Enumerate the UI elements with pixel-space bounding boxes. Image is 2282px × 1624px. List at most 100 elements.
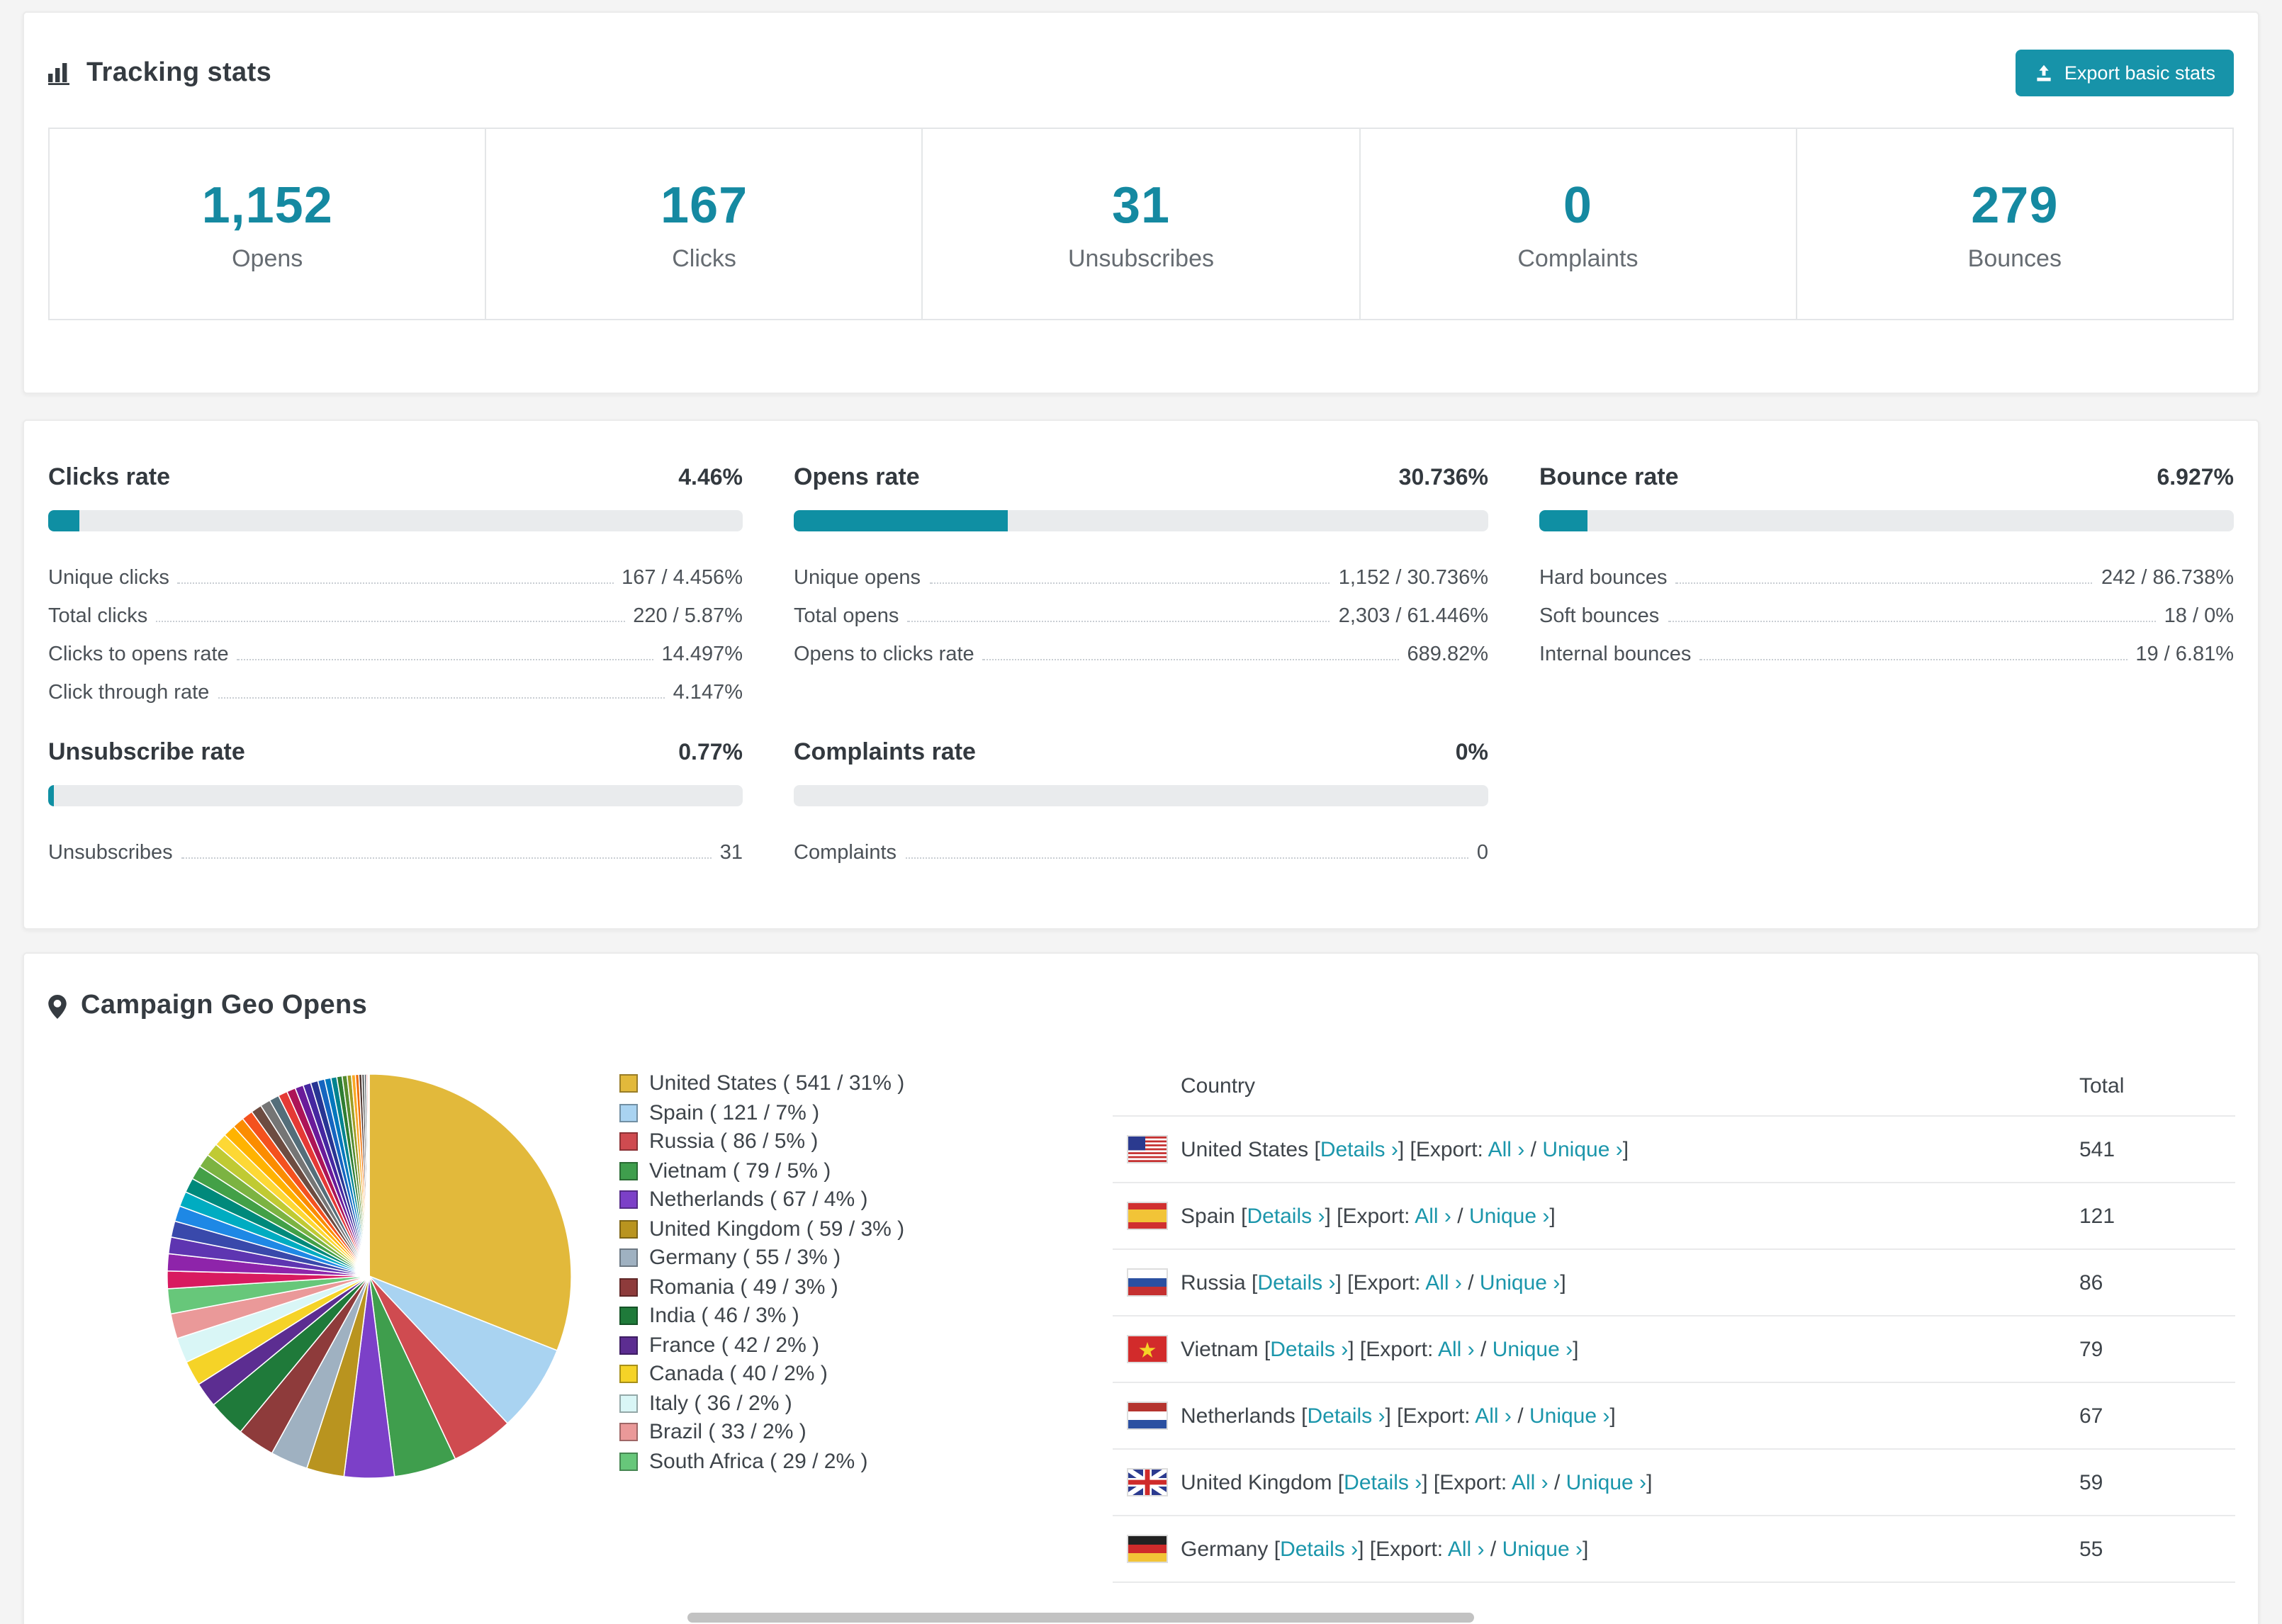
country-total: 59 [2079, 1470, 2103, 1494]
dotted-leader [181, 857, 712, 859]
country-cell: Vietnam [Details ›] [Export: All › / Uni… [1181, 1337, 1579, 1361]
legend-item: Italy ( 36 / 2% ) [619, 1389, 1113, 1419]
metric-label: Click through rate [48, 682, 210, 704]
country-cell: United States [Details ›] [Export: All ›… [1181, 1137, 1629, 1161]
stat-box-complaints: 0 Complaints [1359, 128, 1797, 320]
vn-flag-icon [1113, 1335, 1181, 1363]
rate-metric-row: Unique opens 1,152 / 30.736% [794, 551, 1488, 590]
page: Tracking stats Export basic stats 1,152 … [0, 0, 2282, 1624]
horizontal-scrollbar[interactable] [0, 1610, 2282, 1624]
export-button-label: Export basic stats [2064, 62, 2215, 84]
legend-label: United States ( 541 / 31% ) [649, 1071, 905, 1095]
country-cell: Germany [Details ›] [Export: All › / Uni… [1181, 1537, 1589, 1561]
export-all-link[interactable]: All › [1415, 1204, 1451, 1228]
legend-item: Romania ( 49 / 3% ) [619, 1273, 1113, 1302]
rate-metric-row: Internal bounces 19 / 6.81% [1539, 628, 2234, 666]
details-link[interactable]: Details › [1247, 1204, 1325, 1228]
export-unique-link[interactable]: Unique › [1502, 1537, 1583, 1561]
legend-label: Italy ( 36 / 2% ) [649, 1391, 792, 1415]
export-unique-link[interactable]: Unique › [1566, 1470, 1646, 1494]
metric-label: Unsubscribes [48, 842, 173, 864]
legend-swatch [619, 1365, 638, 1383]
metric-value: 4.147% [673, 682, 743, 704]
country-total: 121 [2079, 1204, 2115, 1228]
map-pin-icon [48, 994, 67, 1018]
legend-label: Germany ( 55 / 3% ) [649, 1246, 841, 1270]
nl-flag-icon [1113, 1402, 1181, 1430]
metric-value: 2,303 / 61.446% [1338, 605, 1488, 628]
progress-bar-fill [794, 510, 1008, 531]
stat-box-bounces: 279 Bounces [1795, 128, 2235, 320]
us-flag-icon [1113, 1135, 1181, 1163]
rate-metric-row: Total opens 2,303 / 61.446% [794, 590, 1488, 628]
stat-label: Unsubscribes [1068, 244, 1214, 271]
rate-percentage: 0.77% [678, 741, 743, 765]
stat-box-opens: 1,152 Opens [48, 128, 487, 320]
progress-bar-track [1539, 510, 2234, 531]
legend-label: Netherlands ( 67 / 4% ) [649, 1188, 868, 1212]
progress-bar-fill [48, 510, 79, 531]
country-name: Spain [1181, 1204, 1235, 1228]
legend-swatch [619, 1394, 638, 1412]
legend-item: Germany ( 55 / 3% ) [619, 1244, 1113, 1273]
progress-bar-fill [1539, 510, 1587, 531]
scrollbar-thumb[interactable] [687, 1613, 1474, 1623]
export-all-link[interactable]: All › [1438, 1337, 1475, 1361]
legend-label: Canada ( 40 / 2% ) [649, 1362, 828, 1386]
country-name: Russia [1181, 1270, 1246, 1295]
ru-flag-icon [1113, 1268, 1181, 1297]
export-all-link[interactable]: All › [1488, 1137, 1525, 1161]
rate-title: Opens rate [794, 463, 920, 490]
dotted-leader [1699, 659, 2128, 660]
country-total: 67 [2079, 1404, 2103, 1428]
legend-label: Spain ( 121 / 7% ) [649, 1100, 820, 1124]
legend-item: Brazil ( 33 / 2% ) [619, 1419, 1113, 1448]
geo-table-row: Netherlands [Details ›] [Export: All › /… [1113, 1383, 2235, 1450]
legend-swatch [619, 1423, 638, 1441]
details-link[interactable]: Details › [1344, 1470, 1422, 1494]
rate-metric-row: Opens to clicks rate 689.82% [794, 628, 1488, 666]
country-total: 86 [2079, 1270, 2103, 1295]
export-unique-link[interactable]: Unique › [1542, 1137, 1622, 1161]
country-name: United Kingdom [1181, 1470, 1332, 1494]
legend-item: United Kingdom ( 59 / 3% ) [619, 1215, 1113, 1244]
export-unique-link[interactable]: Unique › [1529, 1404, 1609, 1428]
total-header: Total [2079, 1073, 2125, 1098]
stat-label: Complaints [1517, 244, 1639, 271]
export-unique-link[interactable]: Unique › [1480, 1270, 1560, 1295]
rate-metric-row: Click through rate 4.147% [48, 666, 743, 704]
legend-item: Netherlands ( 67 / 4% ) [619, 1186, 1113, 1215]
de-flag-icon [1113, 1535, 1181, 1563]
rate-percentage: 4.46% [678, 466, 743, 490]
stat-box-unsubscribes: 31 Unsubscribes [921, 128, 1361, 320]
rate-metric-row: Unique clicks 167 / 4.456% [48, 551, 743, 590]
rate-title: Complaints rate [794, 738, 976, 765]
legend-label: Brazil ( 33 / 2% ) [649, 1420, 806, 1444]
legend-label: Romania ( 49 / 3% ) [649, 1275, 838, 1299]
export-unique-link[interactable]: Unique › [1493, 1337, 1573, 1361]
export-all-link[interactable]: All › [1448, 1537, 1485, 1561]
rate-block: Clicks rate 4.46% Unique clicks 167 / 4.… [48, 463, 743, 704]
legend-item: United States ( 541 / 31% ) [619, 1070, 1113, 1099]
metric-label: Total clicks [48, 605, 148, 628]
details-link[interactable]: Details › [1257, 1270, 1335, 1295]
details-link[interactable]: Details › [1270, 1337, 1348, 1361]
metric-value: 14.497% [661, 643, 743, 666]
dotted-leader [1675, 582, 2093, 584]
export-all-link[interactable]: All › [1425, 1270, 1462, 1295]
country-name: Vietnam [1181, 1337, 1259, 1361]
details-link[interactable]: Details › [1307, 1404, 1385, 1428]
rates-card: Clicks rate 4.46% Unique clicks 167 / 4.… [23, 419, 2259, 930]
export-all-link[interactable]: All › [1475, 1404, 1512, 1428]
progress-bar-fill [48, 785, 54, 806]
country-cell: Spain [Details ›] [Export: All › / Uniqu… [1181, 1204, 1556, 1228]
export-basic-stats-button[interactable]: Export basic stats [2016, 50, 2234, 96]
details-link[interactable]: Details › [1320, 1137, 1398, 1161]
export-all-link[interactable]: All › [1512, 1470, 1548, 1494]
geo-table-row: United Kingdom [Details ›] [Export: All … [1113, 1450, 2235, 1516]
details-link[interactable]: Details › [1280, 1537, 1358, 1561]
dotted-leader [156, 621, 625, 622]
export-unique-link[interactable]: Unique › [1469, 1204, 1549, 1228]
legend-swatch [619, 1248, 638, 1267]
rate-title: Bounce rate [1539, 463, 1679, 490]
